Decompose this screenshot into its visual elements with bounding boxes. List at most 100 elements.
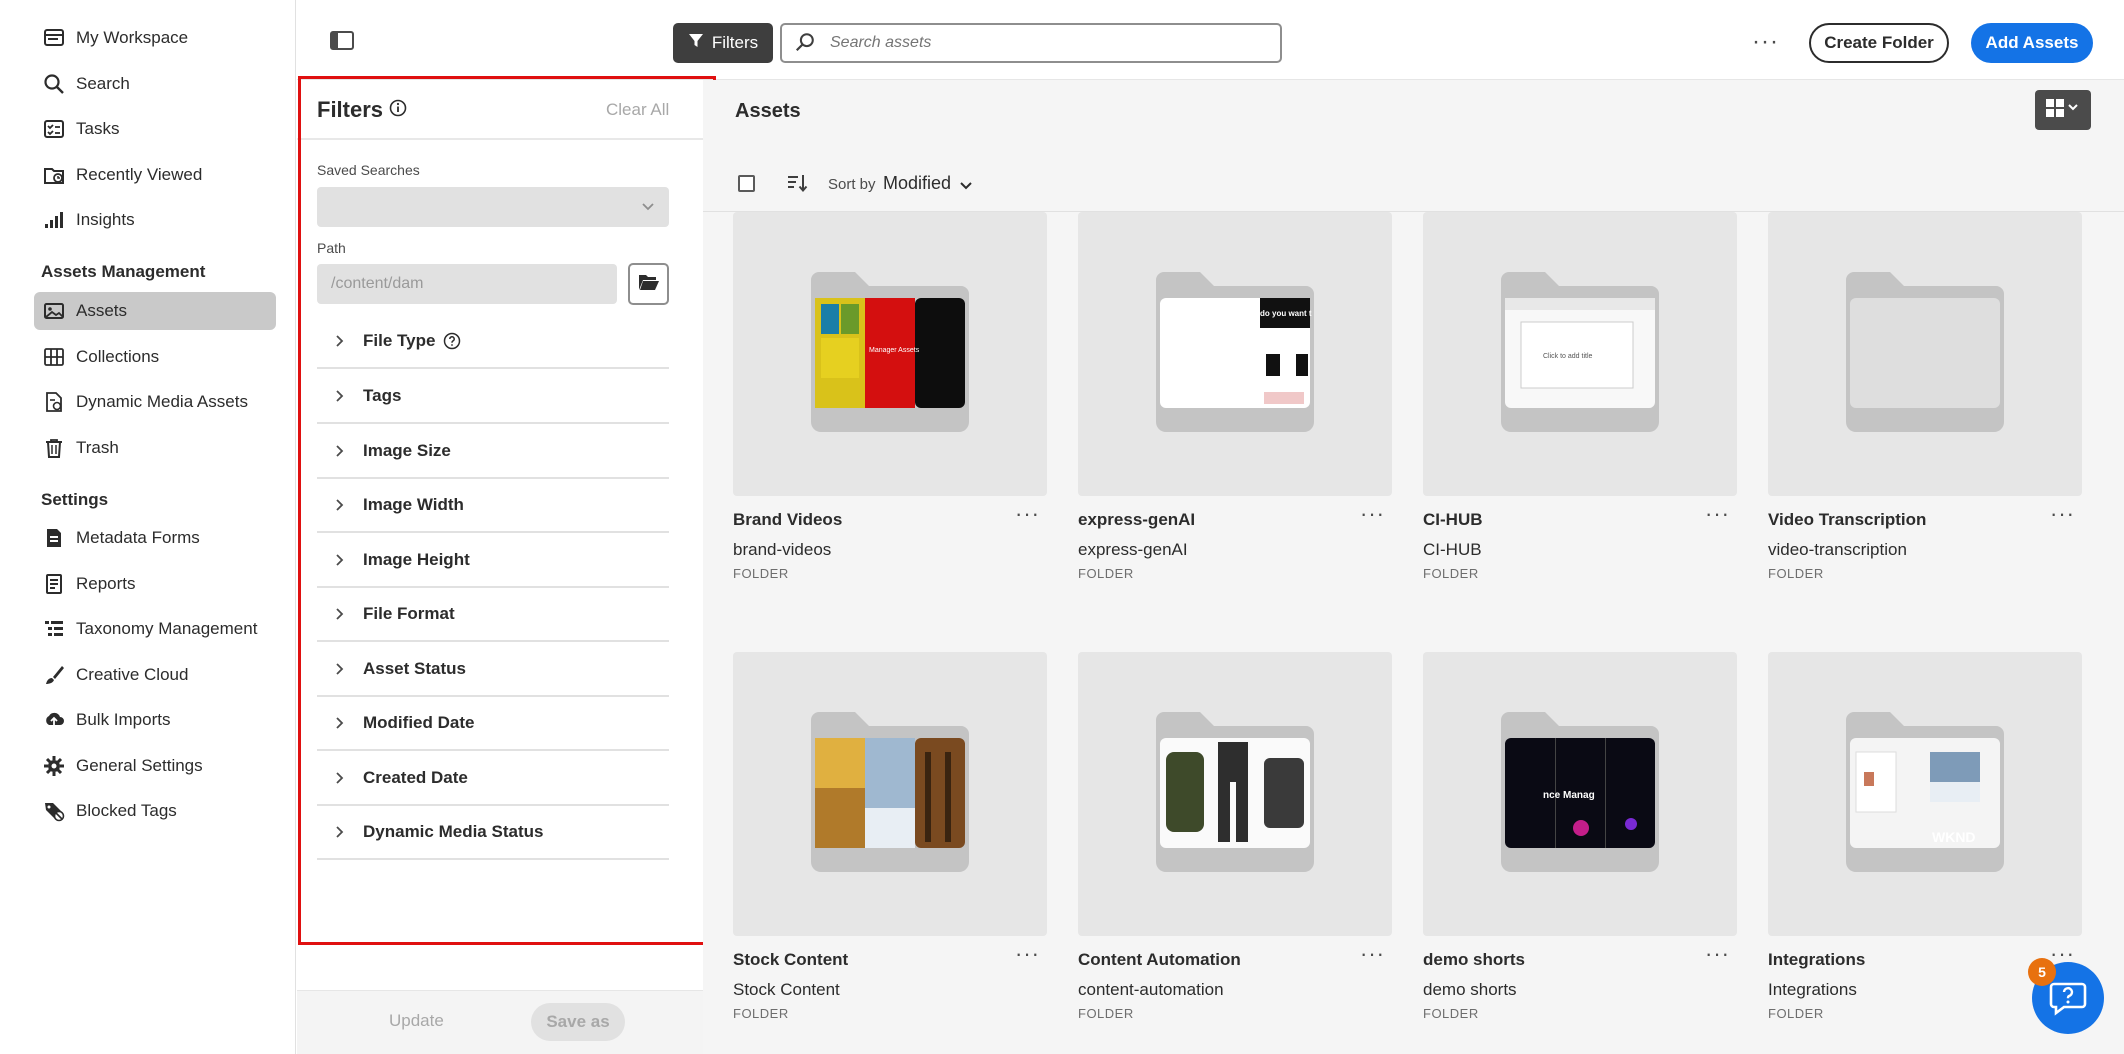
asset-name[interactable]: Integrations: [1768, 950, 1865, 970]
folder-icon: [1846, 272, 2004, 432]
thumb-caption: nce Manag: [1543, 790, 1595, 801]
facet-image-height[interactable]: Image Height: [317, 534, 669, 588]
filters-title: Filters: [317, 97, 384, 122]
nav-item-insights[interactable]: Insights: [34, 201, 276, 239]
folder-icon: [1156, 712, 1314, 872]
help-icon[interactable]: [443, 332, 461, 350]
thumb-caption: Manager Assets: [869, 347, 920, 354]
asset-card[interactable]: Manager Assets Brand Videos ··· brand-vi…: [733, 212, 1047, 592]
facet-tags[interactable]: Tags: [317, 370, 669, 424]
card-more-button[interactable]: ···: [1705, 503, 1730, 525]
asset-name[interactable]: express-genAI: [1078, 510, 1195, 530]
folder-icon: nce Manag: [1501, 712, 1659, 872]
asset-card[interactable]: Stock Content ··· Stock Content FOLDER: [733, 652, 1047, 1032]
asset-card[interactable]: Video Transcription ··· video-transcript…: [1768, 212, 2082, 592]
facet-created-date[interactable]: Created Date: [317, 752, 669, 806]
nav-item-recently-viewed[interactable]: Recently Viewed: [34, 156, 276, 194]
asset-thumbnail[interactable]: Click to add title: [1423, 212, 1737, 496]
facet-label: File Format: [363, 604, 455, 623]
panel-toggle-icon[interactable]: [329, 30, 355, 52]
card-more-button[interactable]: ···: [1360, 503, 1385, 525]
facet-modified-date[interactable]: Modified Date: [317, 697, 669, 751]
chevron-right-icon: [335, 825, 347, 839]
nav-item-label: Assets: [76, 301, 128, 320]
card-more-button[interactable]: ···: [2050, 943, 2075, 965]
asset-name[interactable]: CI-HUB: [1423, 510, 1483, 530]
facet-dynamic-media-status[interactable]: Dynamic Media Status: [317, 806, 669, 860]
sort-order-icon[interactable]: [786, 172, 808, 194]
saved-searches-select[interactable]: [317, 187, 669, 227]
sort-by-dropdown[interactable]: Modified: [883, 173, 951, 194]
asset-card[interactable]: Click to add title CI-HUB ··· CI-HUB FOL…: [1423, 212, 1737, 592]
asset-name[interactable]: Content Automation: [1078, 950, 1241, 970]
nav-item-reports[interactable]: Reports: [34, 565, 276, 603]
nav-item-label: Tasks: [76, 119, 120, 138]
folder-icon: [811, 712, 969, 872]
asset-name[interactable]: Stock Content: [733, 950, 848, 970]
nav-item-taxonomy-management[interactable]: Taxonomy Management: [34, 610, 276, 648]
asset-path: Integrations: [1768, 980, 1857, 999]
view-switcher-button[interactable]: [2035, 90, 2091, 130]
asset-type: FOLDER: [1423, 1006, 1479, 1021]
asset-card[interactable]: Content Automation ··· content-automatio…: [1078, 652, 1392, 1032]
filters-toggle-button[interactable]: Filters: [673, 23, 773, 63]
asset-name[interactable]: Video Transcription: [1768, 510, 1926, 530]
asset-thumbnail[interactable]: [1768, 212, 2082, 496]
clear-all-button[interactable]: Clear All: [606, 100, 669, 120]
nav-item-trash[interactable]: Trash: [34, 429, 276, 467]
card-more-button[interactable]: ···: [1015, 943, 1040, 965]
update-button[interactable]: Update: [389, 1011, 444, 1031]
card-more-button[interactable]: ···: [1360, 943, 1385, 965]
asset-thumbnail[interactable]: Manager Assets: [733, 212, 1047, 496]
asset-thumbnail[interactable]: [733, 652, 1047, 936]
facet-asset-status[interactable]: Asset Status: [317, 643, 669, 697]
facet-image-size[interactable]: Image Size: [317, 425, 669, 479]
asset-card[interactable]: do you want t express-genAI ··· express-…: [1078, 212, 1392, 592]
facet-image-width[interactable]: Image Width: [317, 479, 669, 533]
search-input[interactable]: [830, 34, 1250, 52]
asset-card[interactable]: nce Manag demo shorts ··· demo shorts FO…: [1423, 652, 1737, 1032]
nav-item-blocked-tags[interactable]: Blocked Tags: [34, 792, 276, 830]
search-box[interactable]: [780, 23, 1282, 63]
nav-item-search[interactable]: Search: [34, 65, 276, 103]
blocked-tags-icon: [42, 799, 66, 823]
browse-folder-button[interactable]: [628, 263, 669, 305]
card-more-button[interactable]: ···: [1705, 943, 1730, 965]
asset-name[interactable]: demo shorts: [1423, 950, 1525, 970]
add-assets-button[interactable]: Add Assets: [1971, 23, 2093, 63]
asset-type: FOLDER: [1078, 1006, 1134, 1021]
asset-thumbnail[interactable]: do you want t: [1078, 212, 1392, 496]
nav-item-creative-cloud[interactable]: Creative Cloud: [34, 656, 276, 694]
facet-file-type[interactable]: File Type: [317, 315, 669, 369]
path-field[interactable]: /content/dam: [317, 264, 617, 304]
chevron-down-icon[interactable]: [959, 178, 973, 196]
nav-item-my-workspace[interactable]: My Workspace: [34, 19, 276, 57]
facet-label: Image Width: [363, 495, 464, 514]
create-folder-button[interactable]: Create Folder: [1809, 23, 1949, 63]
info-icon[interactable]: [389, 99, 407, 117]
card-more-button[interactable]: ···: [1015, 503, 1040, 525]
facet-label: Tags: [363, 386, 402, 405]
folder-icon: WKND: [1846, 712, 2004, 872]
card-more-button[interactable]: ···: [2050, 503, 2075, 525]
nav-item-bulk-imports[interactable]: Bulk Imports: [34, 701, 276, 739]
nav-item-metadata-forms[interactable]: Metadata Forms: [34, 519, 276, 557]
more-actions-button[interactable]: ···: [1752, 30, 1779, 54]
facet-file-format[interactable]: File Format: [317, 588, 669, 642]
asset-name[interactable]: Brand Videos: [733, 510, 842, 530]
save-as-button[interactable]: Save as: [531, 1003, 625, 1041]
nav-item-general-settings[interactable]: General Settings: [34, 747, 276, 785]
nav-item-label: General Settings: [76, 756, 203, 775]
nav-item-collections[interactable]: Collections: [34, 338, 276, 376]
asset-thumbnail[interactable]: nce Manag: [1423, 652, 1737, 936]
select-all-checkbox[interactable]: [738, 175, 755, 192]
thumb-caption: WKND: [1932, 829, 1976, 845]
recently-viewed-icon: [42, 163, 66, 187]
nav-item-assets[interactable]: Assets: [34, 292, 276, 330]
asset-thumbnail[interactable]: WKND: [1768, 652, 2082, 936]
left-navigation: My Workspace Search Tasks Recently Viewe…: [0, 0, 296, 1054]
nav-item-dynamic-media-assets[interactable]: Dynamic Media Assets: [34, 383, 276, 421]
nav-item-tasks[interactable]: Tasks: [34, 110, 276, 148]
asset-thumbnail[interactable]: [1078, 652, 1392, 936]
facet-label: Image Height: [363, 550, 470, 569]
